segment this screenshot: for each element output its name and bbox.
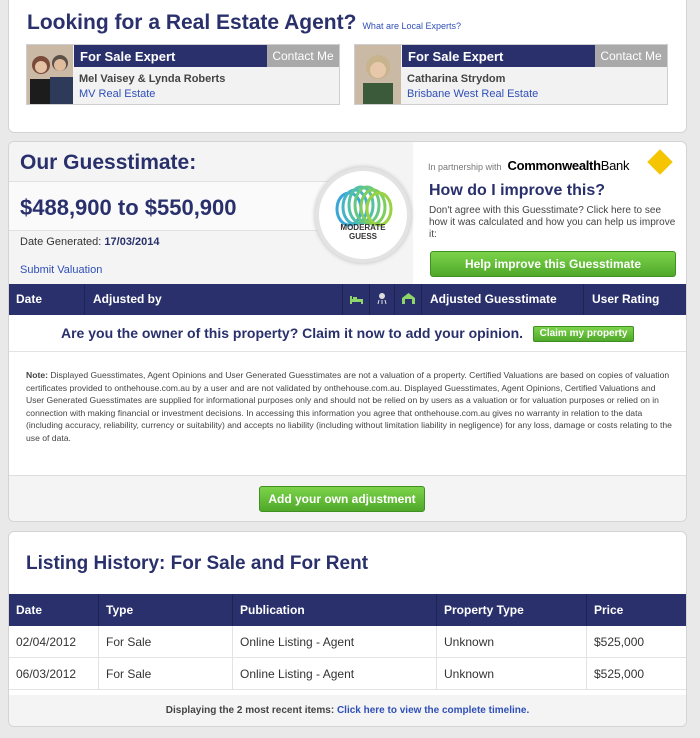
table-header-row: Date Type Publication Property Type Pric… <box>9 594 686 626</box>
cell-type: For Sale <box>99 658 233 689</box>
agent-card-1[interactable]: For Sale Expert Contact Me Mel Vaisey & … <box>26 44 340 105</box>
table-row[interactable]: 06/03/2012 For Sale Online Listing - Age… <box>9 658 686 690</box>
agent-role-label: For Sale Expert <box>80 49 176 64</box>
agents-title: Looking for a Real Estate Agent? What are… <box>27 11 461 34</box>
cell-property-type: Unknown <box>437 626 587 657</box>
guesstimate-value-band: $488,900 to $550,900 <box>9 181 339 231</box>
what-are-local-experts-link[interactable]: What are Local Experts? <box>362 21 461 31</box>
claim-my-property-button[interactable]: Claim my property <box>533 326 634 342</box>
guesstimate-card: Our Guesstimate: $488,900 to $550,900 Da… <box>8 141 687 522</box>
col-date[interactable]: Date <box>9 284 85 315</box>
claim-text: Are you the owner of this property? Clai… <box>61 325 524 341</box>
contact-me-button[interactable]: Contact Me <box>267 45 339 67</box>
col-publication[interactable]: Publication <box>233 594 437 626</box>
gauge-label: MODERATE GUESS <box>340 223 386 241</box>
add-adjustment-button[interactable]: Add your own adjustment <box>259 486 425 512</box>
agent-card-header: For Sale Expert Contact Me <box>74 45 339 67</box>
listing-history-title: Listing History: For Sale and For Rent <box>26 553 369 574</box>
agent-name: Catharina Strydom <box>407 73 506 85</box>
cell-property-type: Unknown <box>437 658 587 689</box>
disclaimer-note: Note: Displayed Guesstimates, Agent Opin… <box>26 370 672 443</box>
guesstimate-title: Our Guesstimate: <box>20 151 197 174</box>
bed-icon <box>343 284 370 315</box>
cell-price: $525,000 <box>594 667 645 681</box>
agents-card: Looking for a Real Estate Agent? What are… <box>8 0 687 133</box>
cell-date: 02/04/2012 <box>9 626 99 657</box>
date-generated: Date Generated: 17/03/2014 <box>20 236 160 248</box>
cba-diamond-icon <box>647 149 673 175</box>
improve-panel: In partnership with CommonwealthBank How … <box>422 142 688 284</box>
cell-price: $525,000 <box>594 635 645 649</box>
cell-type: For Sale <box>99 626 233 657</box>
table-row[interactable]: 02/04/2012 For Sale Online Listing - Age… <box>9 626 686 658</box>
improve-title: How do I improve this? <box>429 182 606 199</box>
confidence-gauge: MODERATE GUESS <box>315 167 411 263</box>
agent-name: Mel Vaisey & Lynda Roberts <box>79 73 226 85</box>
col-adjusted-guesstimate[interactable]: Adjusted Guesstimate <box>422 284 584 315</box>
cell-publication: Online Listing - Agent <box>233 626 437 657</box>
submit-valuation-link[interactable]: Submit Valuation <box>20 264 102 276</box>
col-user-rating[interactable]: User Rating <box>584 284 686 315</box>
history-footer: Displaying the 2 most recent items: Clic… <box>9 695 686 726</box>
agent-card-header: For Sale Expert Contact Me <box>402 45 667 67</box>
listing-history-card: Listing History: For Sale and For Rent D… <box>8 531 687 727</box>
col-date[interactable]: Date <box>9 594 99 626</box>
commonwealth-bank-logo: CommonwealthBank <box>507 158 630 173</box>
col-price[interactable]: Price <box>587 594 686 626</box>
agent-photo <box>355 45 401 104</box>
cell-date: 06/03/2012 <box>9 658 99 689</box>
col-type[interactable]: Type <box>99 594 233 626</box>
complete-timeline-link[interactable]: Click here to view the complete timeline… <box>337 705 529 716</box>
add-adjustment-band: Add your own adjustment <box>9 475 686 521</box>
agent-agency-link[interactable]: MV Real Estate <box>79 88 155 100</box>
agent-agency-link[interactable]: Brisbane West Real Estate <box>407 88 538 100</box>
col-adjusted-by[interactable]: Adjusted by <box>85 284 343 315</box>
slinky-icon <box>335 185 393 227</box>
agent-role-label: For Sale Expert <box>408 49 504 64</box>
garage-icon <box>395 284 422 315</box>
cell-publication: Online Listing - Agent <box>233 658 437 689</box>
agent-photo <box>27 45 73 104</box>
contact-me-button[interactable]: Contact Me <box>595 45 667 67</box>
adjustments-table-header: Date Adjusted by Adjusted Guesstimate Us… <box>9 284 686 315</box>
improve-description[interactable]: Don't agree with this Guesstimate? Click… <box>429 205 679 241</box>
guesstimate-summary: Our Guesstimate: $488,900 to $550,900 Da… <box>9 142 413 284</box>
partner-line: In partnership with CommonwealthBank <box>428 158 630 173</box>
col-property-type[interactable]: Property Type <box>437 594 587 626</box>
help-improve-button[interactable]: Help improve this Guesstimate <box>430 251 676 277</box>
listing-history-table: Date Type Publication Property Type Pric… <box>9 594 686 690</box>
bath-icon <box>370 284 395 315</box>
claim-row: Are you the owner of this property? Clai… <box>9 315 686 352</box>
agent-card-2[interactable]: For Sale Expert Contact Me Catharina Str… <box>354 44 668 105</box>
guesstimate-value: $488,900 to $550,900 <box>20 195 237 220</box>
